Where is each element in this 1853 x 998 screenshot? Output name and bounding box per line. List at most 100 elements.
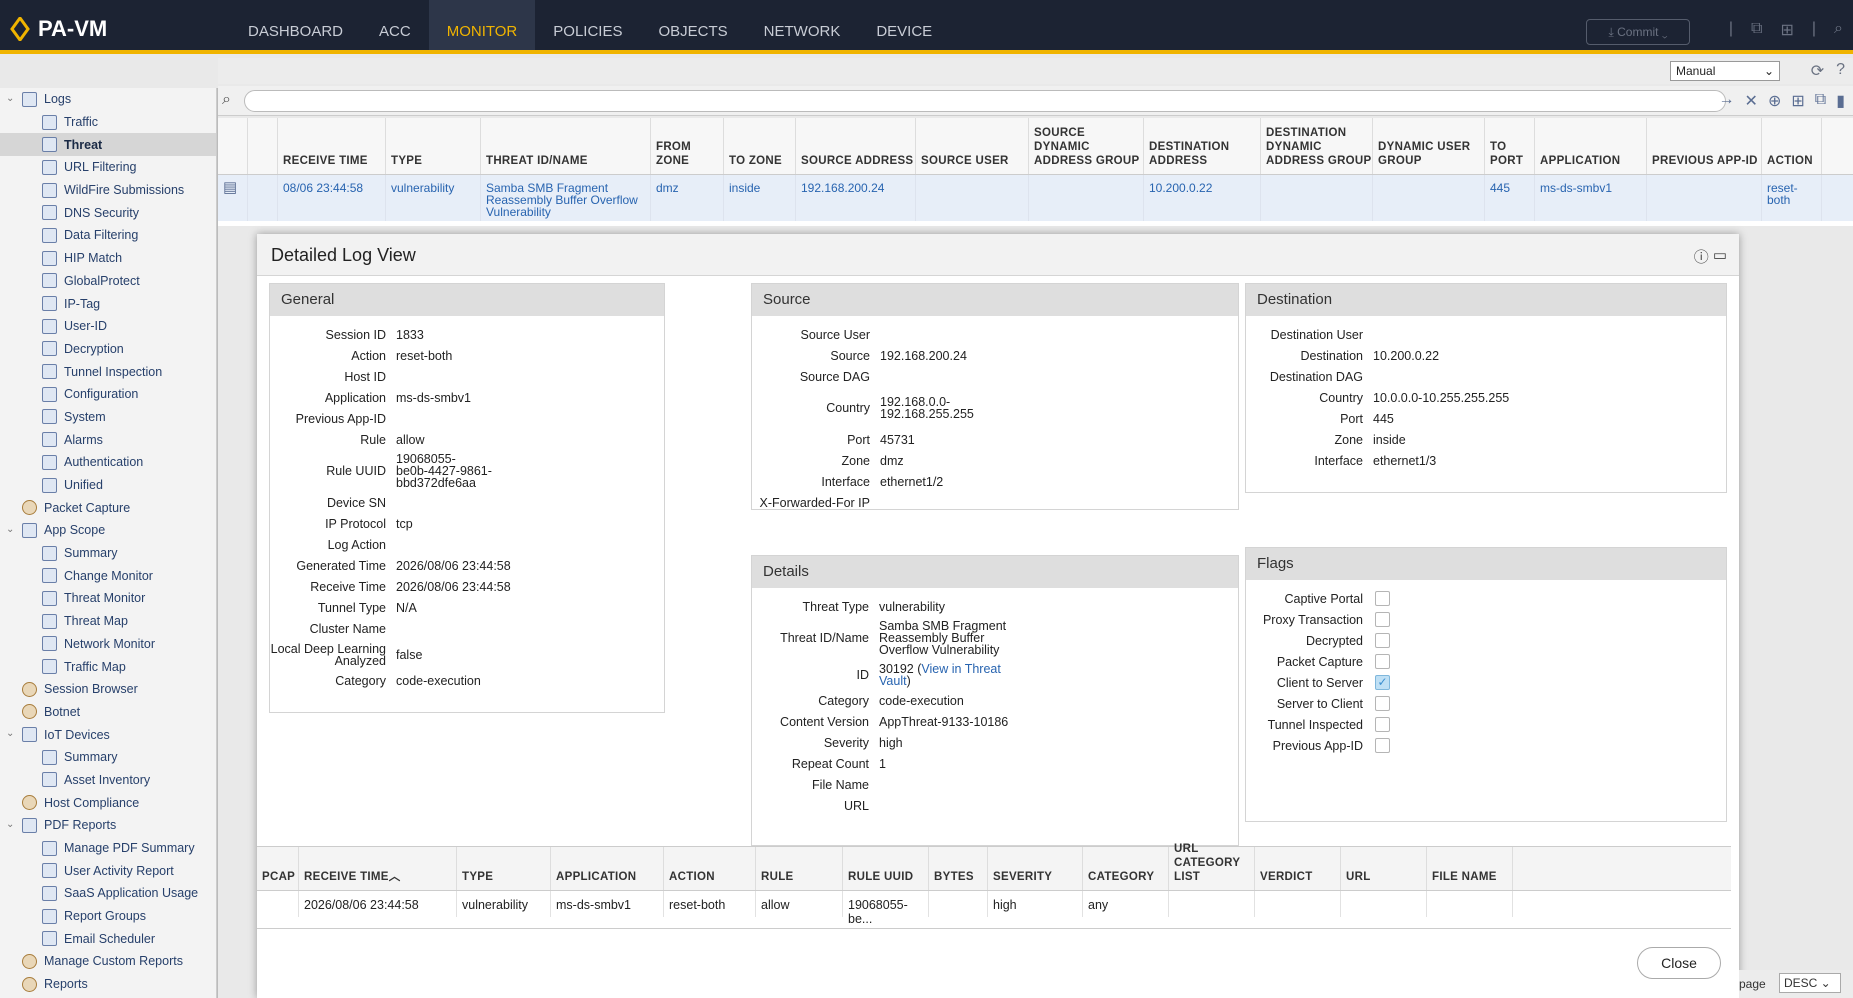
- sidebar-item-saas-application-usage[interactable]: SaaS Application Usage: [0, 882, 216, 905]
- column-header-source-user[interactable]: SOURCE USER: [916, 118, 1029, 174]
- help-icon[interactable]: ?: [1836, 61, 1845, 81]
- column-header-severity[interactable]: SEVERITY: [988, 847, 1083, 890]
- column-header-application[interactable]: APPLICATION: [1535, 118, 1647, 174]
- table-cell-from-zone[interactable]: dmz: [651, 175, 724, 221]
- sidebar-item-url-filtering[interactable]: URL Filtering: [0, 156, 216, 179]
- sidebar-item-threat[interactable]: Threat: [0, 133, 216, 157]
- column-header-from-zone[interactable]: FROM ZONE: [651, 118, 724, 174]
- commit-button[interactable]: ⤓ Commit ⌄: [1586, 19, 1690, 45]
- tab-device[interactable]: DEVICE: [858, 0, 950, 50]
- sidebar-item-asset-inventory[interactable]: Asset Inventory: [0, 769, 216, 792]
- sidebar-item-traffic[interactable]: Traffic: [0, 111, 216, 134]
- tab-network[interactable]: NETWORK: [746, 0, 859, 50]
- table-cell-source-dynamic-address-group[interactable]: [1029, 175, 1144, 221]
- table-cell-action[interactable]: reset-both: [1762, 175, 1822, 221]
- sort-ascending-icon[interactable]: ︿: [389, 870, 401, 884]
- table-cell-to-zone[interactable]: inside: [724, 175, 796, 221]
- sidebar-item-unified[interactable]: Unified: [0, 474, 216, 497]
- sidebar-item-ip-tag[interactable]: IP-Tag: [0, 292, 216, 315]
- sidebar-item-threat-monitor[interactable]: Threat Monitor: [0, 587, 216, 610]
- sidebar-item-botnet[interactable]: Botnet: [0, 701, 216, 724]
- sort-order-select[interactable]: DESC ⌄: [1779, 973, 1841, 993]
- sidebar-item-email-scheduler[interactable]: Email Scheduler: [0, 927, 216, 950]
- save-filter-icon[interactable]: ⊞: [1791, 91, 1804, 111]
- column-header-source-dynamic-address-group[interactable]: SOURCE DYNAMIC ADDRESS GROUP: [1029, 118, 1144, 174]
- chevron-down-icon[interactable]: ⌄: [6, 819, 14, 830]
- table-cell-destination-dynamic-address-group[interactable]: [1261, 175, 1373, 221]
- sidebar-item-dns-security[interactable]: DNS Security: [0, 201, 216, 224]
- sidebar-item-pdf-reports[interactable]: ⌄ PDF Reports: [0, 814, 216, 837]
- add-filter-icon[interactable]: ⊕: [1768, 91, 1781, 111]
- column-header-receive-time[interactable]: RECEIVE TIME: [278, 118, 386, 174]
- column-header-previous-app-id[interactable]: PREVIOUS APP-ID: [1647, 118, 1762, 174]
- row-detail-cell[interactable]: ▤: [218, 175, 248, 221]
- column-header-bytes[interactable]: BYTES: [929, 847, 988, 890]
- column-header-receive-time[interactable]: RECEIVE TIME ︿: [299, 847, 457, 890]
- log-filter-input[interactable]: [244, 90, 1726, 112]
- column-header-destination-address[interactable]: DESTINATION ADDRESS: [1144, 118, 1261, 174]
- sidebar-item-user-id[interactable]: User-ID: [0, 315, 216, 338]
- close-button[interactable]: Close: [1637, 947, 1721, 979]
- sidebar-item-hip-match[interactable]: HIP Match: [0, 247, 216, 270]
- sidebar-item-session-browser[interactable]: Session Browser: [0, 678, 216, 701]
- sidebar-item-threat-map[interactable]: Threat Map: [0, 610, 216, 633]
- sidebar-item-change-monitor[interactable]: Change Monitor: [0, 564, 216, 587]
- view-in-threat-vault-link[interactable]: View in Threat Vault: [879, 662, 1001, 688]
- column-header-type[interactable]: TYPE: [457, 847, 551, 890]
- sidebar-item-globalprotect[interactable]: GlobalProtect: [0, 270, 216, 293]
- column-header-source-address[interactable]: SOURCE ADDRESS: [796, 118, 916, 174]
- column-header-pcap[interactable]: PCAP: [257, 847, 299, 890]
- column-header-url-category-list[interactable]: URL CATEGORY LIST: [1169, 843, 1255, 890]
- refresh-mode-select[interactable]: Manual ⌄: [1670, 61, 1780, 81]
- table-cell-source-user[interactable]: [916, 175, 1029, 221]
- sidebar-item-reports[interactable]: Reports: [0, 973, 216, 996]
- column-header-url[interactable]: URL: [1341, 847, 1427, 890]
- column-header-type[interactable]: TYPE: [386, 118, 481, 174]
- table-cell-previous-app-id[interactable]: [1647, 175, 1762, 221]
- sidebar-item-traffic-map[interactable]: Traffic Map: [0, 655, 216, 678]
- column-header-rule[interactable]: RULE: [756, 847, 843, 890]
- tab-policies[interactable]: POLICIES: [535, 0, 640, 50]
- sidebar-item-manage-custom-reports[interactable]: Manage Custom Reports: [0, 950, 216, 973]
- sidebar-item-wildfire-submissions[interactable]: WildFire Submissions: [0, 179, 216, 202]
- sidebar-item-data-filtering[interactable]: Data Filtering: [0, 224, 216, 247]
- column-header-dynamic-user-group[interactable]: DYNAMIC USER GROUP: [1373, 118, 1485, 174]
- refresh-icon[interactable]: ⟳: [1811, 61, 1824, 81]
- sidebar-item-authentication[interactable]: Authentication: [0, 451, 216, 474]
- column-header-to-port[interactable]: TO PORT: [1485, 118, 1535, 174]
- table-row[interactable]: 2026/08/06 23:44:58 vulnerability ms-ds-sm…: [257, 891, 1731, 926]
- sidebar-item-alarms[interactable]: Alarms: [0, 428, 216, 451]
- tab-monitor[interactable]: MONITOR: [428, 0, 536, 50]
- column-header-threat-id-name[interactable]: THREAT ID/NAME: [481, 118, 651, 174]
- sidebar-item-tunnel-inspection[interactable]: Tunnel Inspection: [0, 360, 216, 383]
- table-cell-dynamic-user-group[interactable]: [1373, 175, 1485, 221]
- table-cell-source-address[interactable]: 192.168.200.24: [796, 175, 916, 221]
- column-header-file-name[interactable]: FILE NAME: [1427, 847, 1513, 890]
- tab-dashboard[interactable]: DASHBOARD: [230, 0, 361, 50]
- maximize-icon[interactable]: ▭: [1713, 246, 1727, 267]
- sidebar-item-user-activity-report[interactable]: User Activity Report: [0, 859, 216, 882]
- sidebar-item-summary[interactable]: Summary: [0, 542, 216, 565]
- tab-acc[interactable]: ACC: [361, 0, 429, 50]
- help-icon[interactable]: ⓘ: [1694, 246, 1709, 267]
- sidebar-item-logs[interactable]: ⌄ Logs: [0, 88, 216, 111]
- sidebar-item-manage-pdf-summary[interactable]: Manage PDF Summary: [0, 837, 216, 860]
- table-cell-destination-address[interactable]: 10.200.0.22: [1144, 175, 1261, 221]
- chevron-down-icon[interactable]: ⌄: [6, 728, 14, 739]
- table-cell-to-port[interactable]: 445: [1485, 175, 1535, 221]
- table-cell-type[interactable]: vulnerability: [386, 175, 481, 221]
- save-icon[interactable]: ⊞: [1780, 20, 1793, 40]
- sidebar-item-decryption[interactable]: Decryption: [0, 338, 216, 361]
- sidebar-item-summary[interactable]: Summary: [0, 746, 216, 769]
- table-cell-receive-time[interactable]: 08/06 23:44:58: [278, 175, 386, 221]
- column-header-application[interactable]: APPLICATION: [551, 847, 664, 890]
- chevron-down-icon[interactable]: ⌄: [6, 93, 14, 104]
- table-row[interactable]: ▤ 08/06 23:44:58 vulnerability Samba SMB Fr…: [218, 175, 1853, 221]
- tab-objects[interactable]: OBJECTS: [640, 0, 745, 50]
- sidebar-item-packet-capture[interactable]: Packet Capture: [0, 496, 216, 519]
- sidebar-item-configuration[interactable]: Configuration: [0, 383, 216, 406]
- chevron-down-icon[interactable]: ⌄: [6, 524, 14, 535]
- column-header-verdict[interactable]: VERDICT: [1255, 847, 1341, 890]
- sidebar-item-system[interactable]: System: [0, 406, 216, 429]
- sidebar-item-network-monitor[interactable]: Network Monitor: [0, 633, 216, 656]
